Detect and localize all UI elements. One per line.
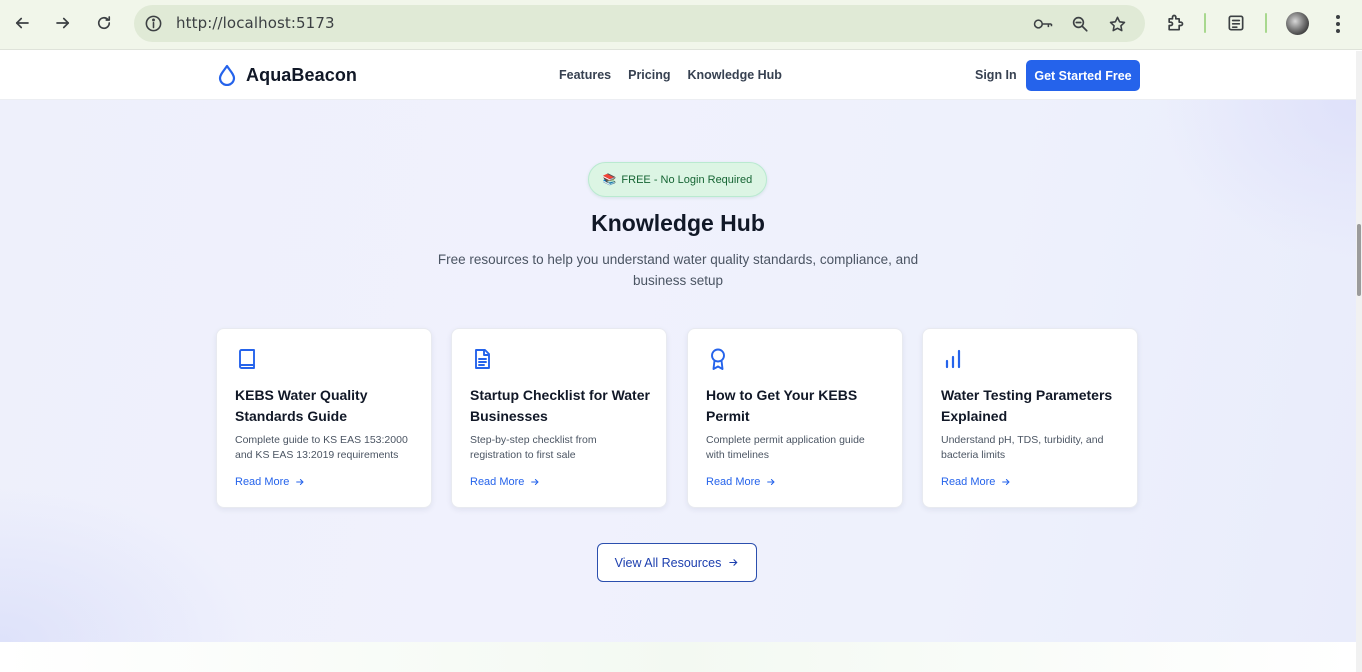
bar-chart-icon [941, 347, 965, 371]
book-icon [235, 347, 259, 371]
address-bar[interactable]: http://localhost:5173 [134, 5, 1145, 42]
document-icon [470, 347, 494, 371]
read-more-link[interactable]: Read More [941, 476, 1011, 488]
url-text[interactable]: http://localhost:5173 [176, 14, 335, 32]
read-more-label: Read More [706, 476, 761, 488]
scrollbar-thumb[interactable] [1357, 224, 1361, 296]
site-header: AquaBeacon Features Pricing Knowledge Hu… [0, 51, 1356, 100]
arrow-right-icon [531, 478, 539, 486]
card-title: KEBS Water Quality Standards Guide [235, 387, 368, 424]
read-more-label: Read More [941, 476, 996, 488]
next-section-edge [0, 642, 1356, 672]
resource-card[interactable]: Startup Checklist for Water Businesses S… [451, 328, 667, 508]
get-started-button[interactable]: Get Started Free [1026, 60, 1140, 91]
free-badge: 📚 FREE - No Login Required [588, 162, 767, 197]
card-description: Understand pH, TDS, turbidity, and bacte… [941, 434, 1104, 461]
view-all-resources-button[interactable]: View All Resources [597, 543, 757, 582]
arrow-right-icon [296, 478, 304, 486]
droplet-icon [218, 64, 236, 86]
extensions-icon[interactable] [1164, 12, 1186, 34]
card-title: Water Testing Parameters Explained [941, 387, 1113, 424]
card-description: Complete guide to KS EAS 153:2000 and KS… [235, 434, 408, 461]
read-more-link[interactable]: Read More [470, 476, 540, 488]
nav-link-pricing[interactable]: Pricing [628, 68, 670, 82]
back-icon[interactable] [10, 11, 34, 35]
read-more-label: Read More [235, 476, 290, 488]
resource-card[interactable]: KEBS Water Quality Standards Guide Compl… [216, 328, 432, 508]
knowledge-hub-section: 📚 FREE - No Login Required Knowledge Hub… [0, 100, 1356, 642]
nav-link-knowledge-hub[interactable]: Knowledge Hub [687, 68, 781, 82]
free-badge-label: FREE - No Login Required [621, 173, 753, 186]
page-viewport: AquaBeacon Features Pricing Knowledge Hu… [0, 51, 1356, 672]
arrow-right-icon [729, 559, 738, 566]
read-more-link[interactable]: Read More [235, 476, 305, 488]
section-subtitle: Free resources to help you understand wa… [437, 252, 919, 288]
profile-avatar[interactable] [1286, 12, 1309, 35]
toolbar-divider [1265, 13, 1267, 33]
card-title: How to Get Your KEBS Permit [706, 387, 858, 424]
read-more-link[interactable]: Read More [706, 476, 776, 488]
key-icon[interactable] [1033, 14, 1053, 34]
menu-icon[interactable] [1331, 13, 1345, 35]
card-description: Complete permit application guide with t… [706, 434, 865, 461]
card-title: Startup Checklist for Water Businesses [470, 387, 650, 424]
brand-logo[interactable]: AquaBeacon [217, 64, 357, 86]
site-info-icon[interactable] [144, 14, 163, 33]
resource-card[interactable]: Water Testing Parameters Explained Under… [922, 328, 1138, 508]
browser-toolbar: http://localhost:5173 [0, 0, 1362, 50]
section-title: Knowledge Hub [591, 210, 765, 236]
books-icon: 📚 [602, 174, 617, 186]
forward-icon[interactable] [51, 11, 75, 35]
star-icon[interactable] [1107, 14, 1127, 34]
nav-link-features[interactable]: Features [559, 68, 611, 82]
reload-icon[interactable] [92, 11, 116, 35]
card-description: Step-by-step checklist from registration… [470, 434, 597, 461]
award-icon [706, 347, 730, 371]
reading-list-icon[interactable] [1225, 12, 1247, 34]
main-nav: Features Pricing Knowledge Hub [559, 68, 799, 82]
arrow-right-icon [1002, 478, 1010, 486]
brand-name: AquaBeacon [246, 64, 358, 85]
arrow-right-icon [767, 478, 775, 486]
toolbar-divider [1204, 13, 1206, 33]
sign-in-link[interactable]: Sign In [975, 68, 1017, 82]
page-scrollbar[interactable] [1356, 51, 1362, 672]
read-more-label: Read More [470, 476, 525, 488]
zoom-icon[interactable] [1070, 14, 1090, 34]
resource-card[interactable]: How to Get Your KEBS Permit Complete per… [687, 328, 903, 508]
view-all-label: View All Resources [614, 555, 722, 570]
